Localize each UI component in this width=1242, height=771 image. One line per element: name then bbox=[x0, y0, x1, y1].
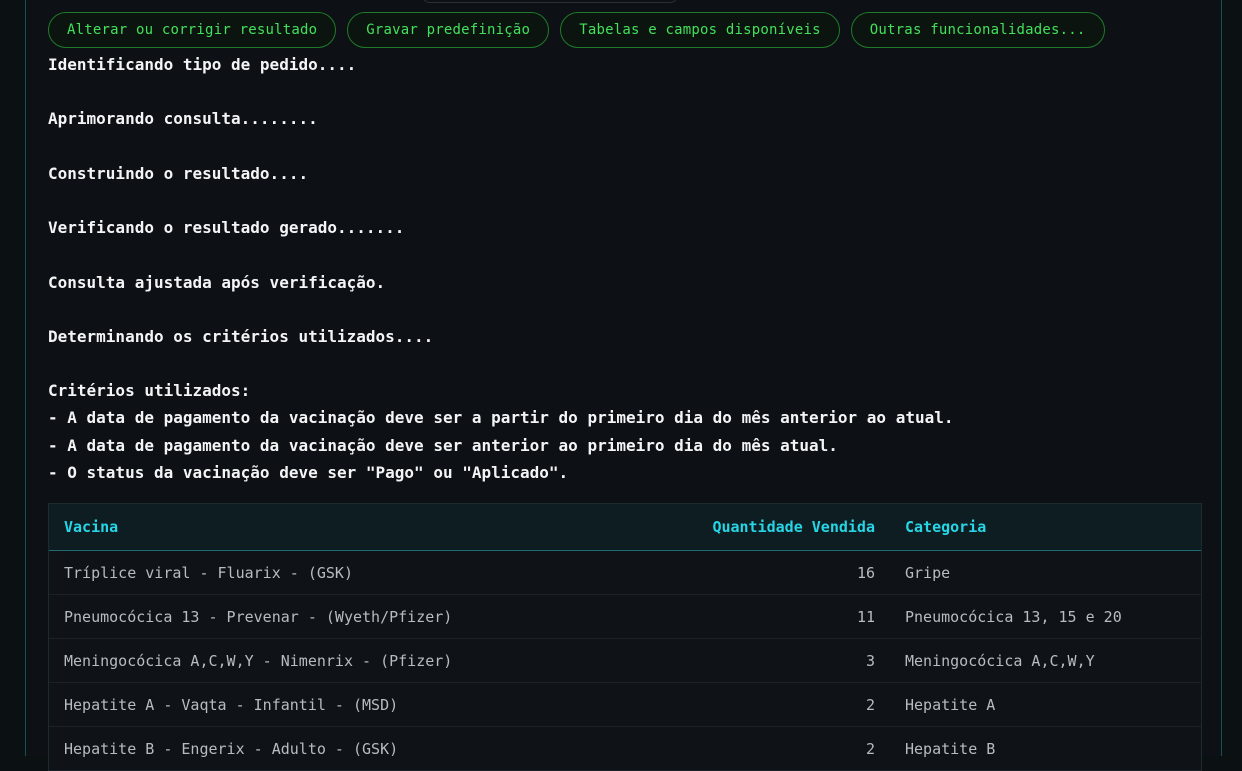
input-box-edge bbox=[422, 0, 678, 3]
cell-vaccine: Hepatite B - Engerix - Adulto - (GSK) bbox=[64, 739, 399, 758]
criteria-item: - O status da vacinação deve ser "Pago" … bbox=[48, 462, 569, 482]
other-features-button[interactable]: Outras funcionalidades... bbox=[850, 12, 1105, 48]
column-header-vaccine[interactable]: Vacina bbox=[49, 518, 669, 536]
cell-quantity: 11 bbox=[856, 607, 875, 626]
table-row: Tríplice viral - Fluarix - (GSK) 16 Grip… bbox=[49, 551, 1201, 595]
cell-quantity: 2 bbox=[865, 695, 875, 714]
log-line: Determinando os critérios utilizados.... bbox=[48, 326, 434, 346]
column-header-quantity[interactable]: Quantidade Vendida bbox=[669, 518, 875, 536]
cell-quantity: 16 bbox=[856, 563, 875, 582]
table-row: Hepatite B - Engerix - Adulto - (GSK) 2 … bbox=[49, 727, 1201, 771]
log-line: Verificando o resultado gerado....... bbox=[48, 218, 405, 238]
table-header: Vacina Quantidade Vendida Categoria bbox=[49, 504, 1201, 551]
cell-category: Meningocócica A,C,W,Y bbox=[905, 651, 1095, 670]
table-row: Meningocócica A,C,W,Y - Nimenrix - (Pfiz… bbox=[49, 639, 1201, 683]
log-line: Identificando tipo de pedido.... bbox=[48, 55, 357, 74]
cell-vaccine: Tríplice viral - Fluarix - (GSK) bbox=[64, 563, 353, 582]
results-table: Vacina Quantidade Vendida Categoria Tríp… bbox=[48, 503, 1202, 771]
criteria-heading: Critérios utilizados: bbox=[48, 381, 251, 401]
cell-quantity: 3 bbox=[865, 651, 875, 670]
edit-result-button[interactable]: Alterar ou corrigir resultado bbox=[48, 12, 337, 48]
table-row: Pneumocócica 13 - Prevenar - (Wyeth/Pfiz… bbox=[49, 595, 1201, 639]
result-panel: Alterar ou corrigir resultado Gravar pre… bbox=[25, 0, 1222, 771]
criteria-item: - A data de pagamento da vacinação deve … bbox=[48, 408, 954, 428]
cell-vaccine: Pneumocócica 13 - Prevenar - (Wyeth/Pfiz… bbox=[64, 607, 453, 626]
cell-vaccine: Meningocócica A,C,W,Y - Nimenrix - (Pfiz… bbox=[64, 651, 453, 670]
available-tables-button[interactable]: Tabelas e campos disponíveis bbox=[560, 12, 840, 48]
log-line: Consulta ajustada após verificação. bbox=[48, 272, 386, 292]
save-preset-button[interactable]: Gravar predefinição bbox=[347, 12, 550, 48]
criteria-item: - A data de pagamento da vacinação deve … bbox=[48, 435, 838, 455]
log-line: Aprimorando consulta........ bbox=[48, 109, 318, 129]
log-line: Construindo o resultado.... bbox=[48, 163, 309, 183]
cell-category: Gripe bbox=[905, 563, 951, 582]
cell-vaccine: Hepatite A - Vaqta - Infantil - (MSD) bbox=[64, 695, 399, 714]
action-bar: Alterar ou corrigir resultado Gravar pre… bbox=[48, 12, 1105, 48]
cell-category: Pneumocócica 13, 15 e 20 bbox=[905, 607, 1122, 626]
cell-quantity: 2 bbox=[865, 739, 875, 758]
cell-category: Hepatite A bbox=[905, 695, 996, 714]
progress-log: Identificando tipo de pedido.... Aprimor… bbox=[48, 51, 1198, 486]
table-row: Hepatite A - Vaqta - Infantil - (MSD) 2 … bbox=[49, 683, 1201, 727]
cell-category: Hepatite B bbox=[905, 739, 996, 758]
column-header-category[interactable]: Categoria bbox=[875, 518, 1201, 536]
